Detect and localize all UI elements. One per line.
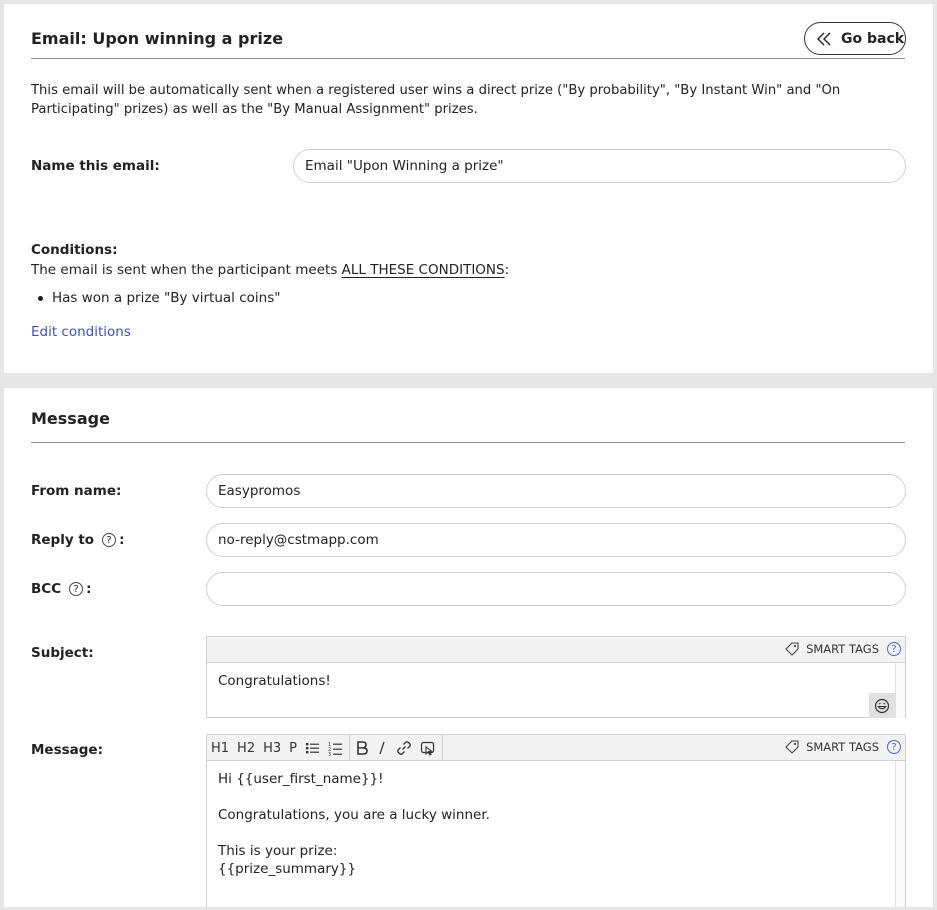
- question-circle-icon[interactable]: ?: [887, 642, 901, 656]
- from-name-field[interactable]: Easypromos: [206, 474, 906, 508]
- message-line: Congratulations, you are a lucky winner.: [218, 807, 490, 823]
- smart-tags-label: SMART TAGS: [806, 642, 879, 656]
- email-settings-panel: Email: Upon winning a prize Go back This…: [4, 4, 933, 373]
- message-line: This is your prize:: [218, 843, 338, 859]
- message-editor: H1 H2 H3 P 1 2 3 SMART TAGS ? Hi {{user_…: [206, 734, 906, 907]
- go-back-label: Go back: [841, 30, 905, 47]
- question-circle-icon[interactable]: ?: [69, 582, 84, 596]
- title-divider: [31, 58, 905, 59]
- bold-icon: [357, 741, 368, 755]
- page-title: Email: Upon winning a prize: [31, 29, 284, 48]
- conditions-text: The email is sent when the participant m…: [31, 262, 509, 278]
- conditions-label: Conditions:: [31, 242, 118, 258]
- subject-input[interactable]: Congratulations!: [207, 663, 905, 718]
- numbered-list-button[interactable]: 1 2 3: [324, 735, 347, 761]
- image-button[interactable]: [416, 735, 440, 761]
- smart-tags-button[interactable]: SMART TAGS ?: [785, 642, 901, 656]
- conditions-colon: :: [504, 262, 510, 278]
- message-line: [218, 824, 894, 842]
- message-toolbar: H1 H2 H3 P 1 2 3 SMART TAGS ?: [207, 735, 905, 761]
- message-label: Message:: [31, 742, 103, 758]
- message-line: [218, 788, 894, 806]
- bullet-list-icon: [305, 743, 319, 754]
- message-input[interactable]: Hi {{user_first_name}}! Congratulations,…: [207, 761, 905, 907]
- h2-button[interactable]: H2: [233, 735, 259, 761]
- reply-to-field[interactable]: no-reply@cstmapp.com: [206, 523, 906, 557]
- numbered-list-icon: 1 2 3: [328, 742, 342, 756]
- double-chevron-left-icon: [817, 32, 831, 45]
- subject-toolbar: SMART TAGS ?: [207, 637, 905, 663]
- smiley-icon: [874, 698, 890, 713]
- toolbar-divider: [348, 735, 350, 761]
- reply-to-label-group: Reply to ? :: [31, 532, 124, 548]
- message-scrollbar[interactable]: [895, 761, 905, 907]
- formatting-toolbar: H1 H2 H3 P 1 2 3: [207, 735, 443, 761]
- image-icon: [420, 741, 435, 756]
- smart-tags-label: SMART TAGS: [806, 740, 879, 754]
- reply-to-value: no-reply@cstmapp.com: [218, 532, 379, 548]
- subject-label: Subject:: [31, 645, 94, 661]
- italic-icon: [379, 741, 385, 755]
- bullet-list-button[interactable]: [301, 735, 324, 761]
- message-line: {{prize_summary}}: [218, 861, 357, 877]
- question-circle-icon[interactable]: ?: [887, 740, 901, 754]
- bcc-field[interactable]: [206, 572, 906, 606]
- bcc-label: BCC: [31, 581, 62, 597]
- condition-list-item: Has won a prize "By virtual coins": [38, 290, 280, 306]
- name-email-value: Email "Upon Winning a prize": [305, 158, 504, 174]
- h1-button[interactable]: H1: [207, 735, 233, 761]
- bold-button[interactable]: [352, 735, 372, 761]
- tag-icon: [785, 740, 799, 754]
- bcc-label-group: BCC ? :: [31, 581, 92, 597]
- link-icon: [397, 741, 411, 755]
- smart-tags-button[interactable]: SMART TAGS ?: [785, 740, 901, 754]
- bcc-suffix: :: [86, 581, 92, 597]
- paragraph-button[interactable]: P: [285, 735, 301, 761]
- conditions-intro: The email is sent when the participant m…: [31, 262, 342, 278]
- question-circle-icon[interactable]: ?: [102, 533, 117, 547]
- message-line: Hi {{user_first_name}}!: [218, 771, 384, 787]
- email-description: This email will be automatically sent wh…: [31, 83, 841, 117]
- bullet-dot: [38, 295, 43, 301]
- conditions-emphasis: ALL THESE CONDITIONS: [341, 262, 505, 278]
- condition-item-text: Has won a prize "By virtual coins": [52, 290, 281, 306]
- subject-value: Congratulations!: [218, 673, 331, 689]
- italic-button[interactable]: [372, 735, 392, 761]
- emoji-button[interactable]: [869, 693, 895, 718]
- reply-to-suffix: :: [119, 532, 125, 548]
- link-button[interactable]: [392, 735, 416, 761]
- svg-text:3: 3: [328, 752, 331, 756]
- reply-to-label: Reply to: [31, 532, 95, 548]
- name-email-field[interactable]: Email "Upon Winning a prize": [293, 149, 906, 183]
- message-divider: [31, 442, 905, 443]
- subject-editor: SMART TAGS ? Congratulations!: [206, 636, 906, 718]
- message-section-title: Message: [31, 409, 110, 428]
- from-name-value: Easypromos: [218, 483, 301, 499]
- go-back-button[interactable]: Go back: [804, 22, 906, 55]
- tag-icon: [785, 642, 799, 656]
- subject-scrollbar[interactable]: [895, 663, 905, 718]
- name-email-label: Name this email:: [31, 158, 160, 174]
- edit-conditions-link[interactable]: Edit conditions: [31, 324, 131, 340]
- from-name-label: From name:: [31, 483, 122, 499]
- h3-button[interactable]: H3: [259, 735, 285, 761]
- message-panel: Message From name: Easypromos Reply to ?…: [4, 388, 933, 907]
